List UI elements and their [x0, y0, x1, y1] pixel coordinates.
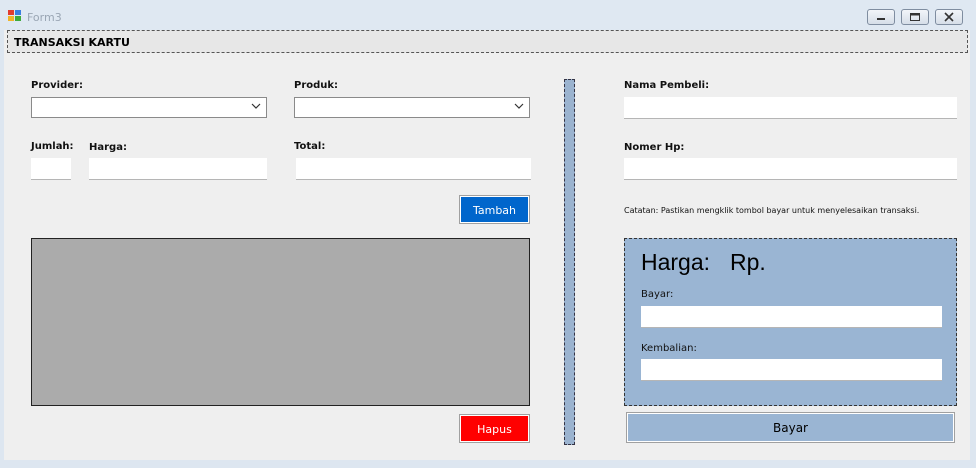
maximize-icon [910, 13, 920, 21]
bayar-button[interactable]: Bayar [626, 412, 955, 443]
minimize-button[interactable] [867, 9, 895, 25]
harga-total-value: Rp. [730, 249, 766, 275]
harga-label: Harga: [89, 142, 127, 153]
chevron-down-icon [514, 103, 524, 109]
produk-select[interactable] [294, 97, 530, 118]
nomer-hp-input[interactable] [624, 158, 957, 180]
title-bar: Form3 [0, 0, 976, 30]
provider-select[interactable] [31, 97, 267, 118]
bayar-input[interactable] [641, 306, 942, 328]
provider-label: Provider: [31, 80, 83, 91]
total-label: Total: [294, 141, 326, 152]
harga-total-label: Harga: [641, 249, 711, 275]
jumlah-input[interactable] [31, 158, 71, 180]
app-icon [8, 10, 22, 22]
kembalian-label: Kembalian: [641, 343, 697, 354]
tambah-button[interactable]: Tambah [459, 195, 530, 224]
nama-pembeli-input[interactable] [624, 97, 957, 119]
harga-input[interactable] [89, 158, 267, 180]
produk-label: Produk: [294, 80, 339, 91]
hapus-button[interactable]: Hapus [459, 414, 530, 443]
item-grid[interactable] [31, 238, 530, 406]
splitter[interactable] [564, 79, 575, 445]
payment-panel: Harga: Rp. Bayar: Kembalian: [624, 238, 957, 406]
bayar-label: Bayar: [641, 289, 674, 300]
note-text: Catatan: Pastikan mengklik tombol bayar … [624, 206, 920, 215]
app-window: Form3 TRANSAKSI KARTU Provider: Produk: … [0, 0, 976, 468]
total-input[interactable] [296, 158, 531, 180]
jumlah-label: Jumlah: [31, 141, 74, 152]
nama-pembeli-label: Nama Pembeli: [624, 80, 710, 91]
window-title: Form3 [27, 11, 62, 24]
minimize-icon [877, 18, 885, 20]
maximize-button[interactable] [901, 9, 929, 25]
chevron-down-icon [251, 103, 261, 109]
header-panel: TRANSAKSI KARTU [7, 30, 968, 53]
kembalian-input[interactable] [641, 359, 942, 381]
close-button[interactable] [935, 9, 963, 25]
close-icon [944, 12, 954, 22]
client-area: TRANSAKSI KARTU Provider: Produk: Jumlah… [4, 30, 970, 460]
nomer-hp-label: Nomer Hp: [624, 142, 685, 153]
page-title: TRANSAKSI KARTU [14, 36, 130, 49]
